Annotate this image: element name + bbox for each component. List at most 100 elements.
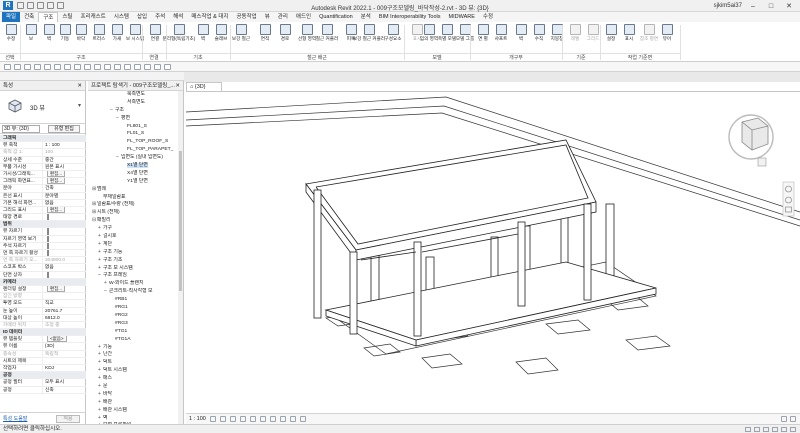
property-value[interactable]: 모두 표시 bbox=[42, 379, 86, 386]
ribbon-tab[interactable]: 건축 bbox=[20, 12, 38, 22]
save-icon[interactable] bbox=[27, 2, 34, 9]
property-checkbox-cell[interactable] bbox=[42, 228, 86, 235]
edit-type-button[interactable]: 유형 편집 bbox=[48, 124, 80, 133]
tree-node[interactable]: + 기둥 bbox=[88, 344, 178, 352]
redo-icon[interactable] bbox=[47, 2, 54, 9]
tree-node[interactable]: – 입면도 (실내 입면도) bbox=[88, 154, 178, 162]
property-row[interactable]: 뷰 템플릿 <없음> bbox=[0, 336, 86, 344]
property-value[interactable]: 조정 중 bbox=[42, 321, 86, 329]
tree-node[interactable]: #RG1 bbox=[88, 304, 178, 312]
3d-view-icon[interactable] bbox=[134, 63, 141, 70]
property-value[interactable]: 신축 bbox=[42, 386, 86, 393]
ribbon-button[interactable]: 철근 커플러 bbox=[316, 24, 338, 52]
join-icon[interactable] bbox=[34, 63, 41, 70]
property-value[interactable]: 편집... bbox=[42, 178, 86, 185]
property-row[interactable]: 뷰 자르기 bbox=[0, 228, 86, 236]
cut-icon[interactable] bbox=[24, 63, 31, 70]
ribbon-button[interactable]: 지붕창 bbox=[548, 24, 566, 52]
ribbon-tab[interactable]: 프리캐스트 bbox=[77, 12, 110, 22]
property-checkbox-cell[interactable] bbox=[42, 271, 86, 278]
tree-node[interactable]: FL01_S bbox=[88, 130, 178, 138]
ribbon-tab[interactable]: 스틸 bbox=[58, 12, 76, 22]
tree-node[interactable]: + 벽 bbox=[88, 415, 178, 423]
project-browser-close-button[interactable]: ✕ bbox=[175, 81, 180, 90]
tree-node[interactable]: ⊞범례 bbox=[88, 186, 178, 194]
text-icon[interactable] bbox=[124, 63, 131, 70]
ribbon-button[interactable]: 벽 bbox=[512, 24, 530, 52]
property-edit-button[interactable]: <없음> bbox=[47, 336, 67, 343]
ribbon-button[interactable]: 축별 모델 bbox=[438, 24, 456, 52]
property-value[interactable]: 304800.0 bbox=[42, 257, 86, 264]
ribbon-button[interactable]: 벽 bbox=[194, 24, 212, 52]
ribbon-button[interactable]: 분리형(독립기초) bbox=[163, 24, 195, 52]
property-value[interactable]: {3D} bbox=[42, 343, 86, 350]
property-row[interactable]: 상세 수준 중간 bbox=[0, 156, 86, 164]
ribbon-tab[interactable]: 구조 bbox=[38, 12, 59, 22]
property-row[interactable]: 축척 값 1: 100 bbox=[0, 149, 86, 157]
tree-node[interactable]: + 구조 기초 bbox=[88, 257, 178, 265]
property-value[interactable]: 독립적 bbox=[42, 350, 86, 357]
ribbon-button[interactable]: 경로 bbox=[276, 24, 294, 52]
dimension-icon[interactable] bbox=[114, 63, 121, 70]
property-checkbox[interactable] bbox=[47, 242, 49, 249]
tree-node[interactable]: + 배관 bbox=[88, 399, 178, 407]
rotate-icon[interactable] bbox=[74, 63, 81, 70]
ribbon-button[interactable]: 표시 bbox=[620, 24, 638, 52]
property-row[interactable]: 투영 모드 직교 bbox=[0, 300, 86, 308]
tree-node[interactable]: Y1열 단면 bbox=[88, 178, 178, 186]
ribbon-button[interactable]: 수정 bbox=[2, 24, 20, 52]
viewcube[interactable] bbox=[728, 114, 774, 167]
property-checkbox[interactable] bbox=[47, 214, 49, 221]
section-icon[interactable] bbox=[144, 63, 151, 70]
property-row[interactable]: 부품 가시성 원본 표시 bbox=[0, 163, 86, 171]
ribbon-tab[interactable]: 주석 bbox=[151, 12, 169, 22]
instance-selector[interactable]: 3D 뷰: {3D} bbox=[2, 124, 40, 133]
property-category[interactable]: 공정 bbox=[0, 372, 86, 380]
scrollbar-thumb[interactable] bbox=[179, 151, 182, 291]
property-row[interactable]: 잠긴 방향 bbox=[0, 293, 86, 301]
filter-icon[interactable] bbox=[790, 416, 796, 422]
tree-node[interactable]: + 배관 시스템 bbox=[88, 407, 178, 415]
property-value[interactable]: 원본 표시 bbox=[42, 163, 86, 170]
property-edit-button[interactable]: 편집... bbox=[47, 170, 66, 177]
ribbon-button[interactable]: 구성요소 bbox=[384, 24, 402, 52]
select-pinned-icon[interactable] bbox=[763, 426, 769, 432]
property-value[interactable]: KDJ bbox=[42, 365, 86, 372]
tree-node[interactable]: X4열 단면 bbox=[88, 170, 178, 178]
shadows-icon[interactable] bbox=[239, 416, 246, 422]
visual-style-icon[interactable] bbox=[219, 416, 226, 422]
property-row[interactable]: 카메라 위치 조정 중 bbox=[0, 321, 86, 330]
property-row[interactable]: 자르기 영역 보기 bbox=[0, 235, 86, 243]
property-value[interactable]: 편집... bbox=[42, 170, 86, 178]
revit-logo[interactable]: R bbox=[3, 1, 13, 10]
property-row[interactable]: 공정 신축 bbox=[0, 386, 86, 394]
chevron-down-icon[interactable]: ▾ bbox=[78, 102, 81, 109]
property-edit-button[interactable]: 편집... bbox=[47, 285, 66, 292]
property-value[interactable]: 없음 bbox=[42, 264, 86, 271]
maximize-button[interactable]: □ bbox=[764, 3, 778, 10]
minimize-button[interactable]: – bbox=[746, 3, 760, 10]
property-row[interactable]: 시트의 제목 bbox=[0, 357, 86, 365]
ribbon-button[interactable]: 바닥 bbox=[72, 24, 90, 52]
ribbon-tab[interactable]: Quantification bbox=[315, 12, 357, 22]
tree-node[interactable]: FL_TOP_ROOF_S bbox=[88, 138, 178, 146]
property-category[interactable]: 그래픽 bbox=[0, 135, 86, 143]
select-by-face-icon[interactable] bbox=[772, 426, 778, 432]
property-value[interactable] bbox=[42, 293, 86, 300]
property-checkbox[interactable] bbox=[47, 228, 49, 235]
align-icon[interactable] bbox=[44, 63, 51, 70]
worksharing-icon[interactable] bbox=[781, 416, 787, 422]
property-row[interactable]: 그리드 표시 편집... bbox=[0, 206, 86, 215]
properties-help-link[interactable]: 특성 도움말 bbox=[3, 415, 27, 422]
tree-node[interactable]: 북측면도 bbox=[88, 91, 178, 99]
ribbon-panel-label[interactable]: 연결 bbox=[142, 53, 166, 61]
ribbon-tab[interactable]: 삽입 bbox=[133, 12, 151, 22]
ribbon-tab[interactable]: MIDWARE bbox=[445, 12, 479, 22]
ribbon-button[interactable]: 수직 bbox=[530, 24, 548, 52]
tree-node[interactable]: – 구조 프레임 bbox=[88, 272, 178, 280]
tree-node[interactable]: FL_TOP_PARAPET_ bbox=[88, 146, 178, 154]
tree-node[interactable]: – 평면 bbox=[88, 115, 178, 123]
close-button[interactable]: ✕ bbox=[782, 2, 796, 10]
property-value[interactable]: 분야별 bbox=[42, 192, 86, 199]
measure-icon[interactable] bbox=[104, 63, 111, 70]
